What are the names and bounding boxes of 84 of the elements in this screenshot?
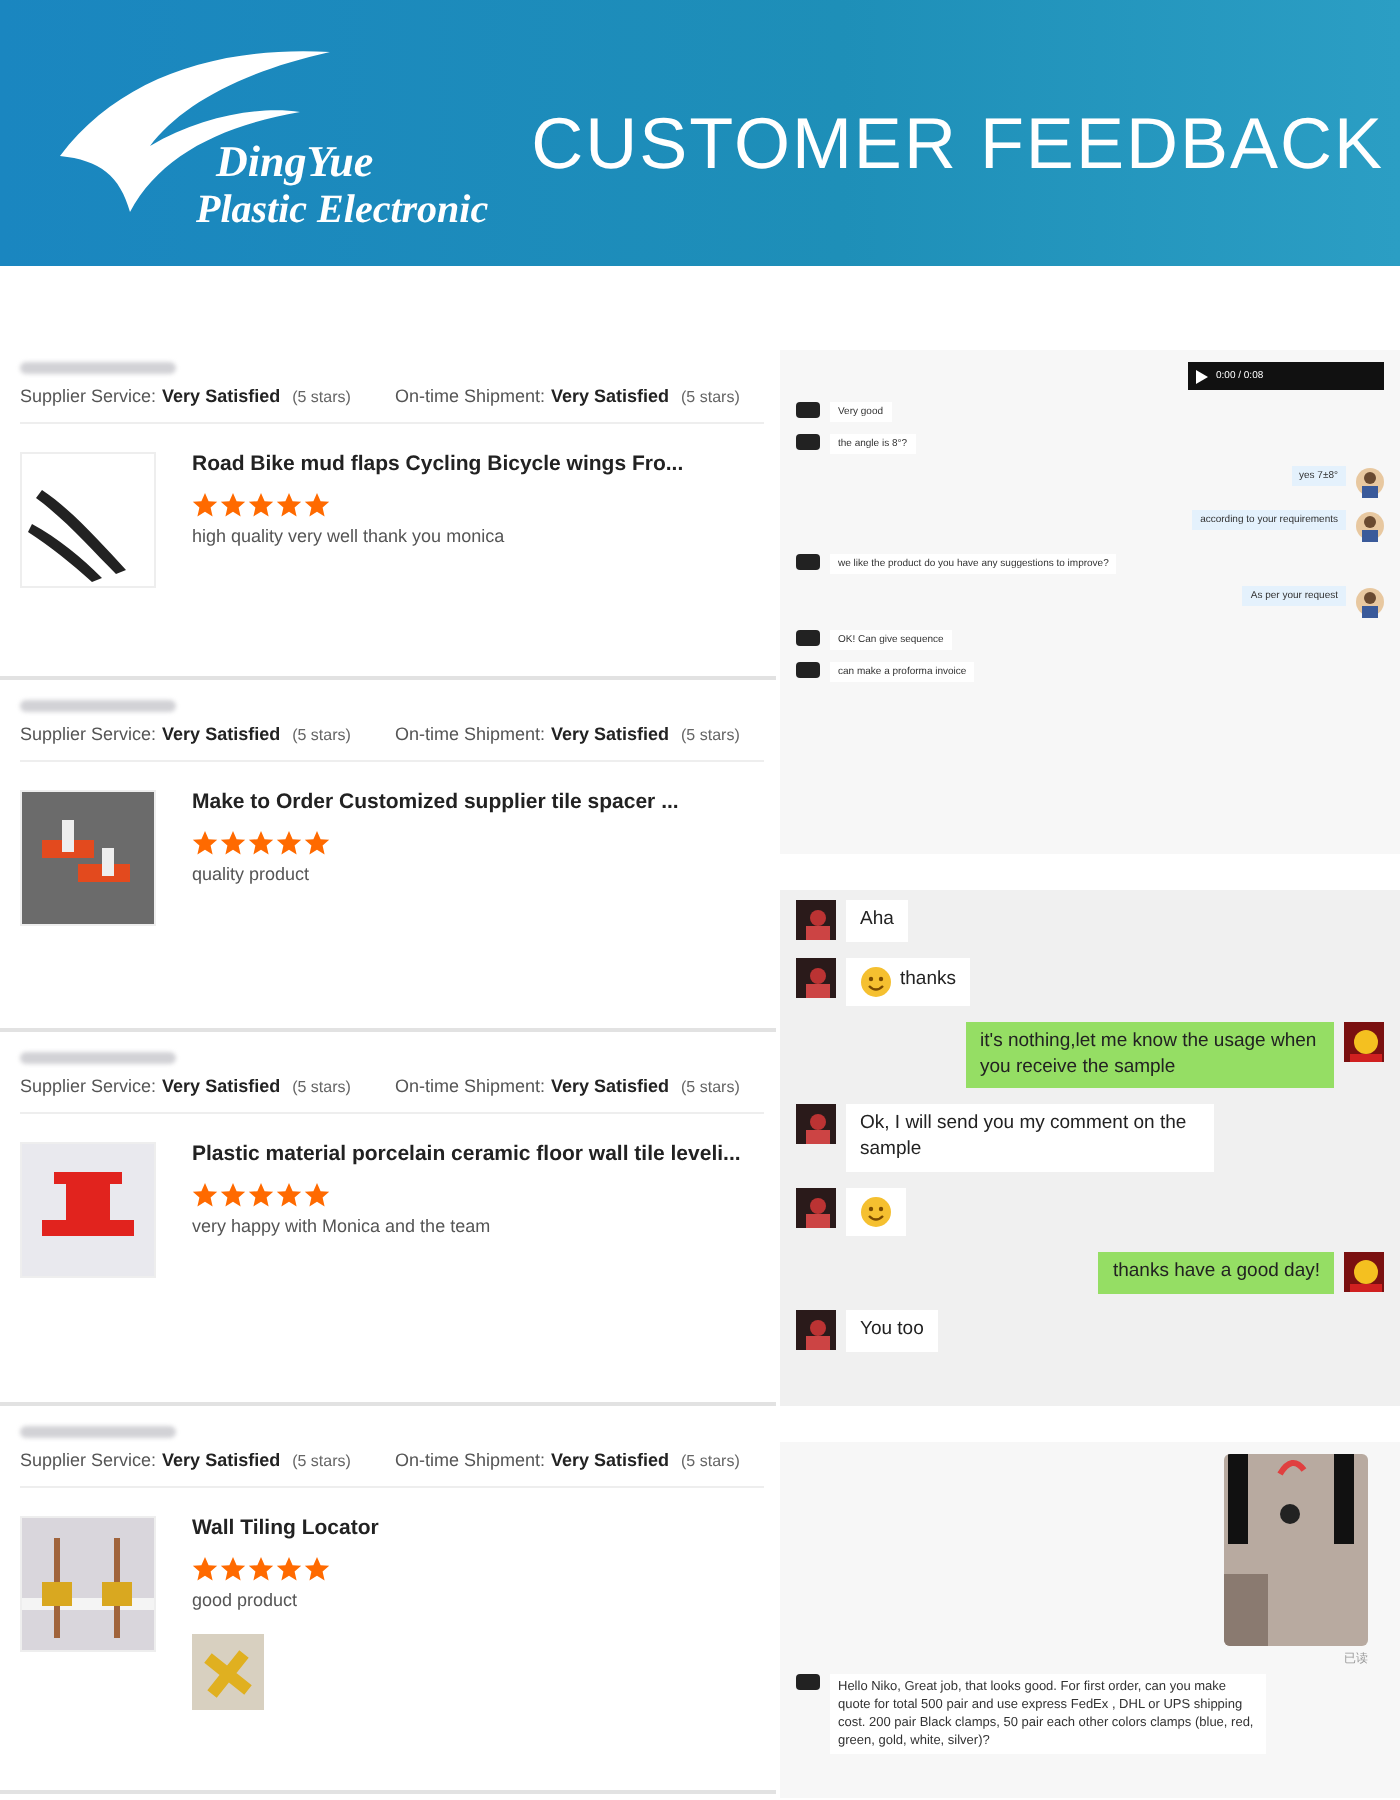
star-icon	[192, 1556, 218, 1582]
avatar-icon	[1344, 1252, 1384, 1293]
rating-stars-text: (5 stars)	[681, 1078, 740, 1096]
review-comment: quality product	[192, 864, 312, 884]
message-bubble: thanks have a good day!	[1098, 1252, 1334, 1294]
product-title[interactable]: Make to Order Customized supplier tile spacer ...	[192, 790, 679, 814]
avatar-icon	[796, 1188, 836, 1229]
product-photo	[20, 1142, 156, 1278]
rating-label: On-time Shipment:	[394, 1076, 545, 1096]
avatar-icon	[796, 900, 836, 940]
avatar-icon	[796, 957, 836, 998]
product-photo	[20, 1516, 156, 1652]
rating-value: Very Satisfied	[162, 724, 281, 744]
product-title[interactable]: Road Bike mud flaps Cycling Bicycle wings Fro...	[192, 452, 684, 476]
star-icon	[192, 830, 218, 856]
star-icon	[248, 492, 274, 518]
rating-stars-text: (5 stars)	[292, 726, 351, 744]
rating-stars-text: (5 stars)	[681, 1452, 740, 1470]
smiley-icon	[860, 1196, 892, 1229]
avatar-icon	[1356, 510, 1384, 542]
rating-value: Very Satisfied	[162, 1076, 281, 1096]
rating-label: On-time Shipment:	[394, 1450, 545, 1470]
avatar-icon	[796, 554, 820, 570]
rating-stars-text: (5 stars)	[681, 726, 740, 744]
star-icon	[220, 830, 246, 856]
star-icon	[276, 492, 302, 518]
avatar-icon	[1356, 586, 1384, 618]
review-comment: good product	[192, 1590, 300, 1610]
avatar-icon	[796, 434, 820, 450]
message-bubble: Aha	[846, 900, 908, 942]
avatar-icon	[796, 630, 820, 646]
star-icon	[220, 1556, 246, 1582]
rating-value: Very Satisfied	[550, 1450, 670, 1470]
play-icon	[1196, 369, 1208, 383]
product-photo	[20, 452, 156, 588]
star-icon	[192, 1182, 218, 1208]
rating-label: Supplier Service:	[20, 724, 157, 744]
rating-label: On-time Shipment:	[394, 386, 545, 406]
product-title[interactable]: Plastic material porcelain ceramic floor wall tile leveli...	[192, 1142, 741, 1166]
brand-tagline: Plastic Electronic	[196, 187, 489, 233]
star-icon	[276, 830, 302, 856]
star-icon	[248, 1182, 274, 1208]
avatar-icon	[796, 1309, 836, 1350]
review-comment: very happy with Monica and the team	[192, 1216, 493, 1236]
star-icon	[304, 492, 330, 518]
brand-name: DingYue	[213, 135, 376, 187]
message-bubble: thanks	[846, 957, 970, 1006]
page-title: CUSTOMER FEEDBACK	[531, 101, 1384, 185]
rating-label: Supplier Service:	[20, 1076, 157, 1096]
star-icon	[276, 1182, 302, 1208]
message-bubble: Ok, I will send you my comment on the sample	[846, 1104, 1214, 1173]
product-title[interactable]: Wall Tiling Locator	[192, 1516, 379, 1540]
rating-label: Supplier Service:	[20, 1450, 157, 1470]
star-icon	[248, 1556, 274, 1582]
rating-value: Very Satisfied	[550, 386, 670, 406]
star-icon	[220, 492, 246, 518]
avatar-icon	[1344, 1021, 1384, 1062]
star-icon	[248, 830, 274, 856]
review-comment: high quality very well thank you monica	[192, 526, 507, 546]
rating-value: Very Satisfied	[162, 1450, 281, 1470]
star-icon	[304, 1182, 330, 1208]
avatar-icon	[1356, 466, 1384, 498]
rating-value: Very Satisfied	[550, 1076, 670, 1096]
star-icon	[276, 1556, 302, 1582]
smiley-icon	[860, 965, 892, 998]
message-bubble: You too	[846, 1309, 938, 1352]
product-photo	[20, 790, 156, 926]
rating-value: Very Satisfied	[162, 386, 281, 406]
rating-value: Very Satisfied	[550, 724, 670, 744]
avatar-icon	[796, 1104, 836, 1145]
star-icon	[220, 1182, 246, 1208]
rating-stars-text: (5 stars)	[292, 388, 351, 406]
star-icon	[304, 830, 330, 856]
message-bubble: it's nothing,let me know the usage when you receive the sample	[966, 1021, 1334, 1089]
rating-label: Supplier Service:	[20, 386, 157, 406]
rating-label: On-time Shipment:	[394, 724, 545, 744]
avatar-icon	[796, 662, 820, 678]
rating-stars-text: (5 stars)	[681, 388, 740, 406]
rating-stars-text: (5 stars)	[292, 1452, 351, 1470]
star-icon	[304, 1556, 330, 1582]
avatar-icon	[796, 402, 820, 418]
rating-stars-text: (5 stars)	[292, 1078, 351, 1096]
star-icon	[192, 492, 218, 518]
avatar-icon	[796, 1674, 820, 1690]
